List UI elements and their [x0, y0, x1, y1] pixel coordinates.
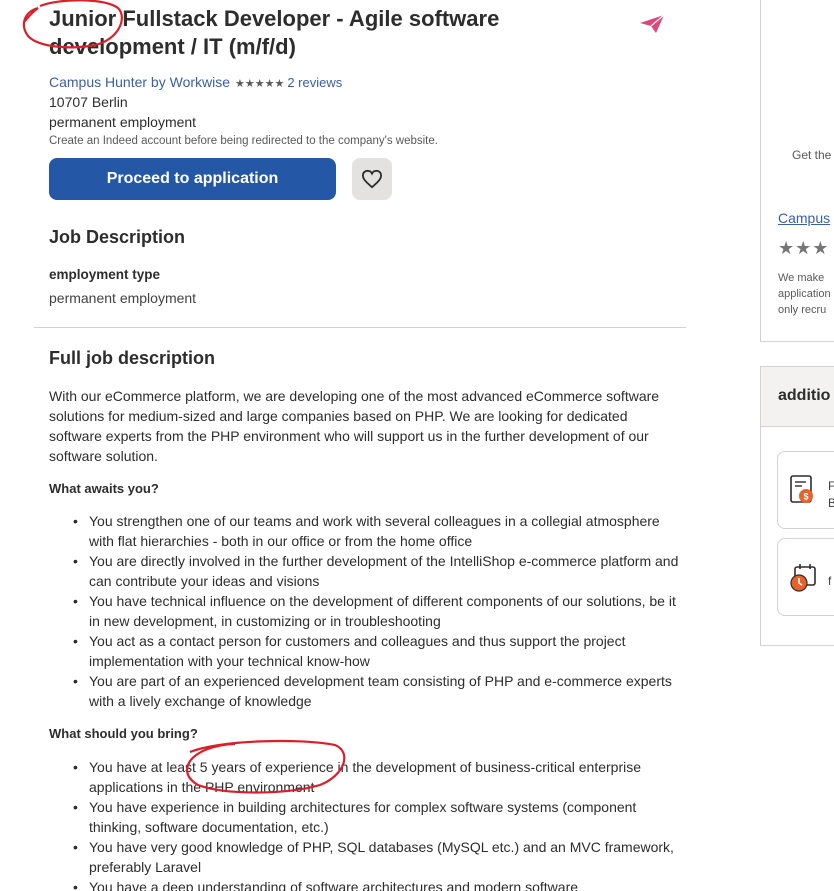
what-awaits-heading: What awaits you?: [49, 481, 159, 496]
proceed-to-application-button[interactable]: Proceed to application: [49, 158, 336, 200]
what-to-bring-heading: What should you bring?: [49, 726, 198, 741]
list-item: You have very good knowledge of PHP, SQL…: [49, 837, 679, 877]
calendar-clock-icon: [790, 564, 816, 592]
side-panel-stars-icon: ★★★: [778, 238, 830, 258]
share-icon[interactable]: [639, 13, 665, 35]
list-item: You strengthen one of our teams and work…: [49, 511, 679, 551]
info-card-schedule[interactable]: f: [777, 538, 834, 616]
job-employment-type: permanent employment: [49, 114, 197, 130]
save-job-button[interactable]: [352, 158, 392, 200]
list-item: You have experience in building architec…: [49, 797, 679, 837]
full-job-description-heading: Full job description: [49, 348, 215, 368]
rating-stars-icon: ★★★★★: [235, 78, 285, 90]
list-item: You have at least 5 years of experience …: [49, 757, 679, 797]
job-location: 10707 Berlin: [49, 94, 128, 110]
employment-type-value: permanent employment: [49, 290, 197, 306]
side-panel-text: Get the: [792, 148, 832, 162]
company-side-panel: Get the Campus ★★★ We make application o…: [760, 0, 834, 342]
side-panel-company-link[interactable]: Campus: [778, 210, 830, 226]
heart-icon: [361, 169, 383, 189]
employment-type-label: employment type: [49, 267, 161, 282]
svg-text:$: $: [803, 492, 808, 502]
intro-paragraph: With our eCommerce platform, we are deve…: [49, 388, 660, 464]
company-link[interactable]: Campus Hunter by Workwise: [49, 74, 230, 90]
additional-info-panel: additio $ F B f: [760, 366, 834, 646]
divider: [34, 327, 686, 328]
side-panel-note: We make application only recru: [778, 272, 831, 316]
awaits-list: You strengthen one of our teams and work…: [49, 511, 679, 711]
job-description-heading: Job Description: [49, 227, 186, 247]
list-item: You are part of an experienced developme…: [49, 671, 679, 711]
additional-info-header: additio: [761, 367, 834, 427]
reviews-link[interactable]: 2 reviews: [287, 75, 342, 90]
list-item: You act as a contact person for customer…: [49, 631, 679, 671]
job-details-panel: Junior Fullstack Developer - Agile softw…: [0, 0, 700, 891]
list-item: You have technical influence on the deve…: [49, 591, 679, 631]
additional-info-title: additio: [778, 387, 831, 404]
salary-document-icon: $: [790, 475, 813, 503]
job-title: Junior Fullstack Developer - Agile softw…: [49, 6, 500, 59]
info-card-salary[interactable]: $ F B: [777, 451, 834, 529]
company-row: Campus Hunter by Workwise ★★★★★ 2 reviews: [49, 73, 342, 93]
list-item: You are directly involved in the further…: [49, 551, 679, 591]
indeed-account-note: Create an Indeed account before being re…: [49, 135, 438, 147]
bring-list: You have at least 5 years of experience …: [49, 757, 679, 891]
list-item: You have a deep understanding of softwar…: [49, 877, 679, 891]
